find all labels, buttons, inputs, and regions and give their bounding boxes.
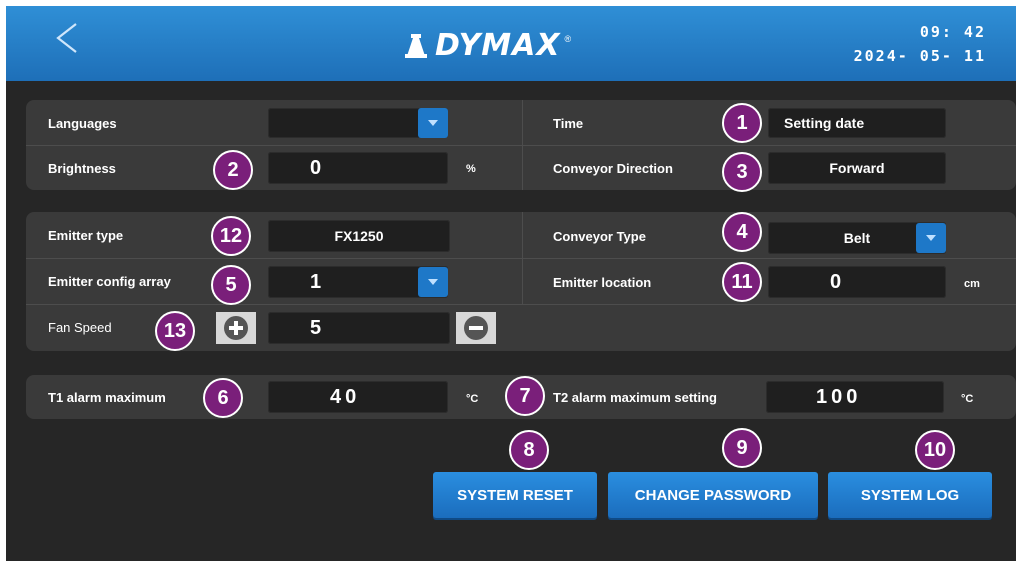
t1-alarm-input[interactable]: 40	[268, 381, 448, 413]
t1-alarm-value: 40	[330, 385, 361, 408]
dymax-mark-icon	[405, 34, 427, 58]
fan-speed-value: 5	[310, 316, 322, 339]
registered-mark: ®	[564, 34, 572, 44]
fan-speed-input[interactable]: 5	[268, 312, 450, 344]
settings-screen: DYMAX ® 09: 42 2024- 05- 11 Languages Br…	[6, 6, 1016, 561]
t1-alarm-unit: °C	[466, 393, 479, 405]
fan-speed-label: Fan Speed	[48, 320, 112, 335]
emitter-type-value: FX1250	[334, 228, 384, 244]
clock-time: 09: 42	[919, 23, 986, 41]
brand-logo: DYMAX ®	[401, 27, 572, 63]
brightness-input[interactable]: 0	[268, 152, 448, 184]
callout-5: 5	[211, 265, 251, 305]
t1-alarm-label: T1 alarm maximum	[48, 390, 166, 405]
conveyor-type-value: Belt	[843, 230, 871, 246]
system-reset-button[interactable]: SYSTEM RESET	[433, 472, 597, 518]
languages-dropdown-button[interactable]	[418, 108, 448, 138]
brightness-unit: %	[466, 163, 476, 175]
callout-8: 8	[509, 430, 549, 470]
conveyor-direction-toggle[interactable]: Forward	[768, 152, 946, 184]
plus-circle-icon	[224, 316, 248, 340]
callout-10: 10	[915, 430, 955, 470]
clock: 09: 42 2024- 05- 11	[854, 20, 986, 68]
system-log-button[interactable]: SYSTEM LOG	[828, 472, 992, 518]
time-value: Setting date	[784, 115, 865, 131]
emitter-location-input[interactable]: 0	[768, 266, 946, 298]
emitter-type-value-box: FX1250	[268, 220, 450, 252]
top-bar: DYMAX ® 09: 42 2024- 05- 11	[6, 6, 1016, 81]
change-password-label: CHANGE PASSWORD	[634, 486, 792, 504]
t2-alarm-input[interactable]: 100	[766, 381, 944, 413]
t2-alarm-label: T2 alarm maximum setting	[553, 390, 717, 405]
conveyor-type-dropdown-button[interactable]	[916, 223, 946, 253]
display-panel: Languages Brightness 0 % Time Setting da…	[26, 100, 1016, 190]
time-label: Time	[553, 116, 584, 131]
callout-2: 2	[213, 150, 253, 190]
back-button[interactable]	[50, 18, 90, 58]
callout-6: 6	[203, 378, 243, 418]
chevron-left-icon	[56, 23, 77, 53]
t2-alarm-value: 100	[816, 385, 862, 408]
callout-9: 9	[722, 428, 762, 468]
fan-speed-decrease-button[interactable]	[456, 312, 496, 344]
languages-label: Languages	[48, 116, 117, 131]
callout-12: 12	[211, 216, 251, 256]
emitter-config-label: Emitter config array	[48, 274, 171, 289]
minus-circle-icon	[464, 316, 488, 340]
emitter-location-label: Emitter location	[553, 275, 652, 290]
callout-4: 4	[722, 212, 762, 252]
emitter-location-value: 0	[830, 270, 842, 293]
time-setting-date-button[interactable]: Setting date	[768, 108, 946, 138]
brand-name: DYMAX	[435, 27, 561, 63]
conveyor-type-label: Conveyor Type	[553, 229, 646, 244]
callout-1: 1	[722, 103, 762, 143]
callout-11: 11	[722, 262, 762, 302]
system-reset-label: SYSTEM RESET	[457, 486, 573, 504]
clock-date: 2024- 05- 11	[853, 47, 986, 65]
system-log-label: SYSTEM LOG	[860, 486, 960, 504]
emitter-location-unit: cm	[964, 278, 980, 290]
callout-3: 3	[722, 152, 762, 192]
fan-speed-increase-button[interactable]	[216, 312, 256, 344]
brightness-label: Brightness	[48, 161, 116, 176]
callout-7: 7	[505, 376, 545, 416]
t2-alarm-unit: °C	[961, 393, 974, 405]
callout-13: 13	[155, 311, 195, 351]
conveyor-direction-label: Conveyor Direction	[553, 161, 673, 176]
change-password-button[interactable]: CHANGE PASSWORD	[608, 472, 818, 518]
emitter-type-label: Emitter type	[48, 228, 124, 243]
emitter-config-value: 1	[310, 270, 322, 293]
brightness-value: 0	[310, 156, 322, 179]
conveyor-direction-value: Forward	[829, 160, 885, 176]
emitter-config-dropdown-button[interactable]	[418, 267, 448, 297]
